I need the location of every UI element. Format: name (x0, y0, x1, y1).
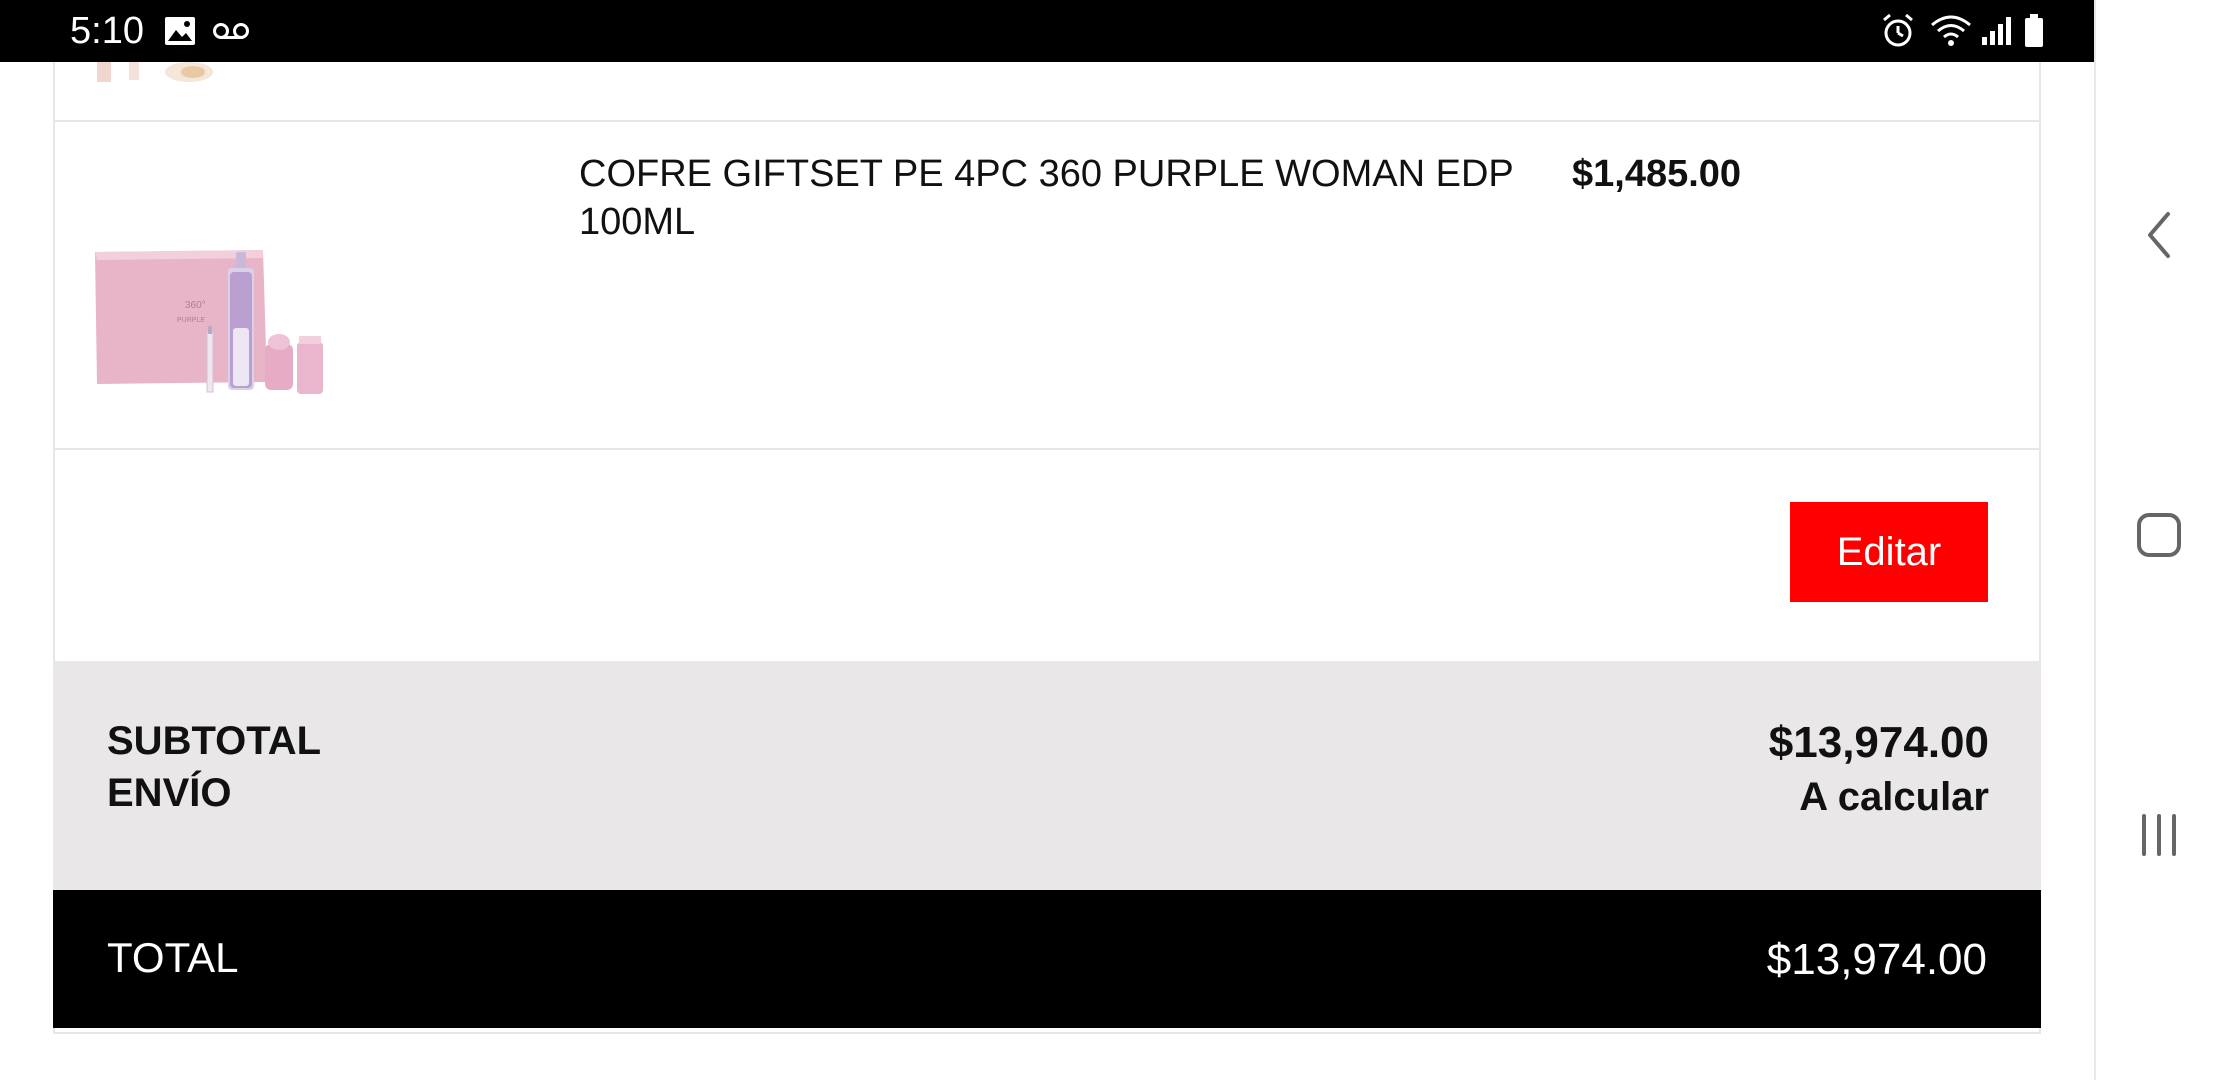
cart-page: 360° PURPLE COFRE GIFTSET PE 4PC 360 PUR… (0, 62, 2094, 1080)
total-label: TOTAL (107, 934, 239, 981)
order-summary: SUBTOTAL ENVÍO $13,974.00 A calcular (53, 661, 2041, 890)
signal-icon (1980, 10, 2014, 52)
back-icon[interactable] (2096, 200, 2220, 270)
home-icon[interactable] (2096, 500, 2220, 570)
voicemail-icon (212, 10, 250, 52)
shipping-label: ENVÍO (107, 771, 232, 815)
status-time: 5:10 (70, 10, 144, 52)
recents-icon[interactable] (2096, 800, 2220, 870)
svg-text:PURPLE: PURPLE (177, 317, 205, 324)
total-bar: TOTAL $13,974.00 (53, 890, 2041, 1028)
card-bottom-edge (53, 1028, 2041, 1034)
product-price: $1,485.00 (1572, 153, 1742, 195)
shipping-value: A calcular (1799, 775, 1989, 819)
previous-cart-item (53, 62, 2041, 122)
subtotal-label: SUBTOTAL (107, 719, 322, 763)
edit-button[interactable]: Editar (1790, 502, 1988, 602)
wifi-icon (1930, 10, 1972, 52)
subtotal-value: $13,974.00 (1768, 718, 1989, 767)
total-value: $13,974.00 (1766, 935, 1987, 984)
cart-actions: Editar (53, 450, 2041, 661)
product-name[interactable]: COFRE GIFTSET PE 4PC 360 PURPLE WOMAN ED… (579, 150, 1539, 246)
svg-text:360°: 360° (185, 300, 206, 311)
alarm-icon (1880, 10, 1916, 52)
battery-icon (2024, 10, 2044, 52)
previous-item-image (97, 62, 213, 82)
navigation-bar (2094, 0, 2220, 1080)
status-bar: 5:10 (0, 0, 2094, 62)
image-icon (164, 10, 196, 52)
cart-item-row: 360° PURPLE COFRE GIFTSET PE 4PC 360 PUR… (53, 122, 2041, 450)
product-image[interactable]: 360° PURPLE (85, 232, 365, 422)
